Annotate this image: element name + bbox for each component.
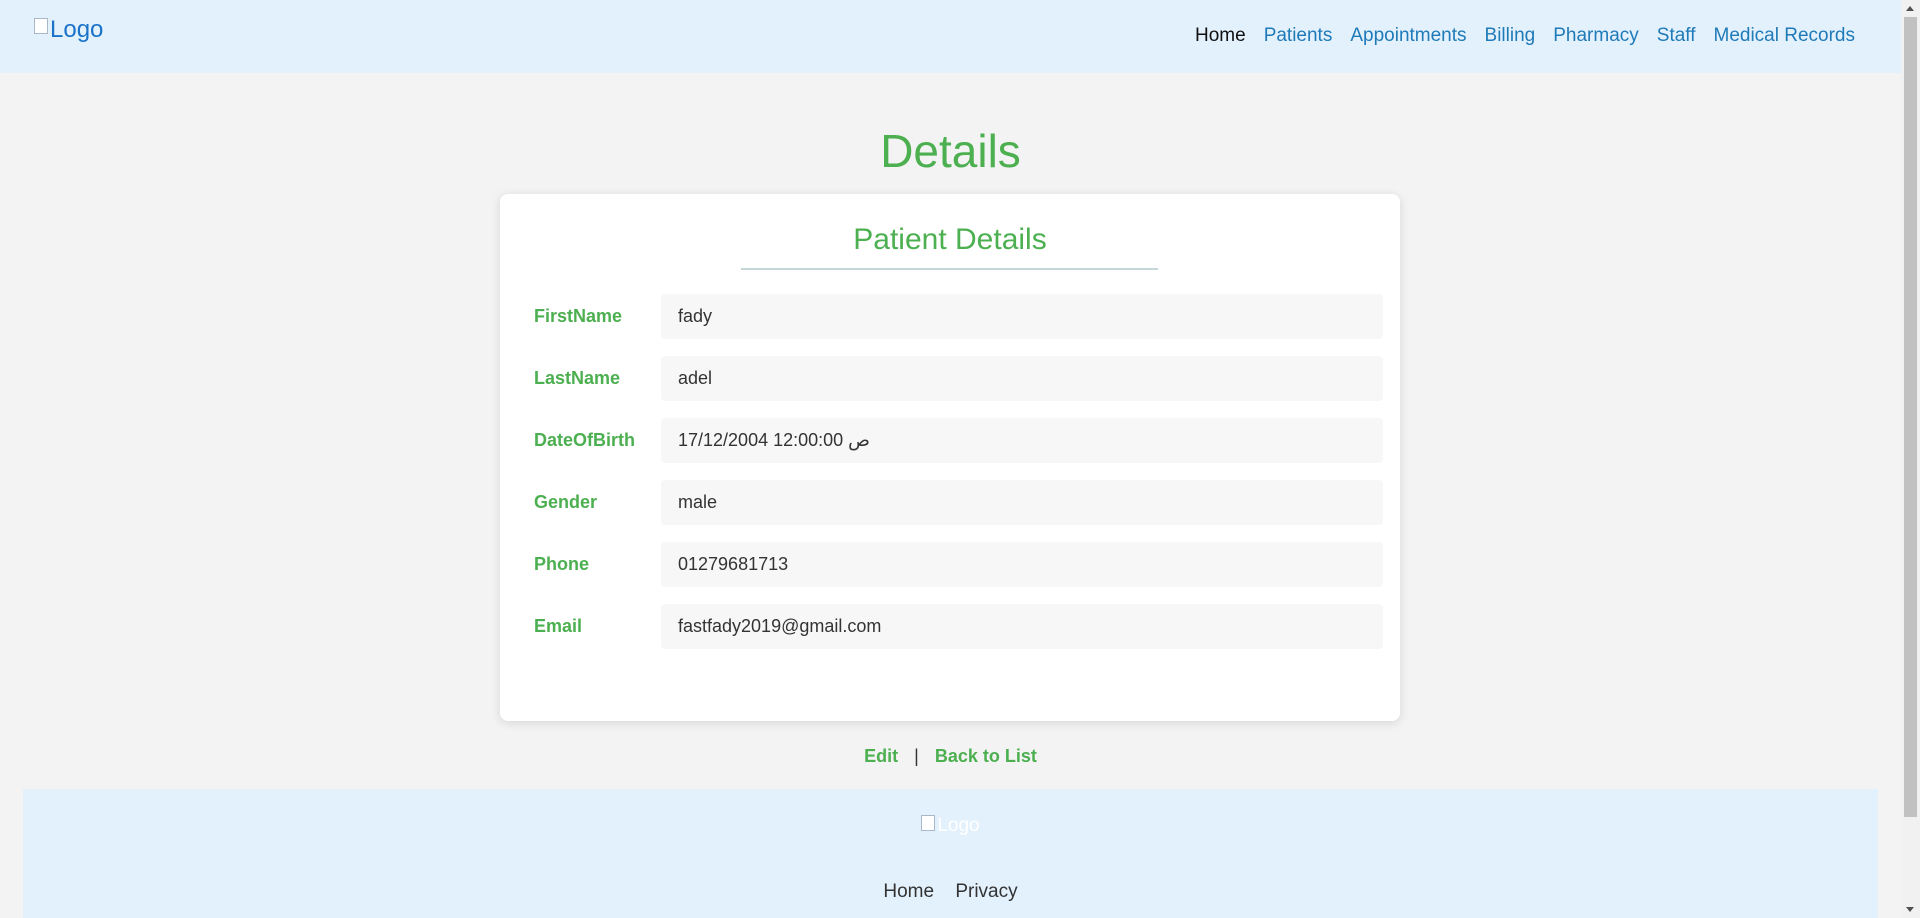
field-label: FirstName <box>534 306 623 326</box>
field-value: male <box>661 480 1383 525</box>
field-row-email: Email fastfady2019@gmail.com <box>500 604 1400 649</box>
card-divider <box>741 268 1158 270</box>
field-value: fastfady2019@gmail.com <box>661 604 1383 649</box>
nav-appointments[interactable]: Appointments <box>1350 25 1466 47</box>
scroll-down-arrow-icon[interactable] <box>1906 907 1914 912</box>
broken-image-icon <box>34 18 48 34</box>
site-footer: Logo Home Privacy <box>23 789 1878 918</box>
field-label: DateOfBirth <box>534 430 636 450</box>
edit-link[interactable]: Edit <box>864 746 898 766</box>
nav-home[interactable]: Home <box>1195 25 1246 47</box>
nav-pharmacy[interactable]: Pharmacy <box>1553 25 1639 47</box>
field-value: 01279681713 <box>661 542 1383 587</box>
back-to-list-link[interactable]: Back to List <box>935 746 1037 766</box>
page: Logo Home Patients Appointments Billing … <box>0 0 1920 918</box>
scrollbar-thumb[interactable] <box>1904 17 1917 817</box>
nav-staff[interactable]: Staff <box>1657 25 1696 47</box>
field-label: Phone <box>534 554 590 574</box>
detail-actions: Edit | Back to List <box>0 745 1901 767</box>
vertical-scrollbar[interactable] <box>1901 0 1920 918</box>
field-label: Gender <box>534 492 598 512</box>
field-value: fady <box>661 294 1383 339</box>
field-row-firstname: FirstName fady <box>500 294 1400 339</box>
main-nav: Home Patients Appointments Billing Pharm… <box>1195 25 1855 47</box>
field-row-phone: Phone 01279681713 <box>500 542 1400 587</box>
field-label: LastName <box>534 368 621 388</box>
footer-links: Home Privacy <box>23 881 1878 903</box>
nav-billing[interactable]: Billing <box>1485 25 1536 47</box>
nav-medical-records[interactable]: Medical Records <box>1714 25 1856 47</box>
header-logo-alt-text: Logo <box>50 16 104 43</box>
broken-image-icon <box>921 814 936 831</box>
page-title: Details <box>880 125 1021 177</box>
header-logo-link[interactable]: Logo <box>34 16 103 44</box>
site-header: Logo Home Patients Appointments Billing … <box>0 0 1901 73</box>
footer-logo-alt-text: Logo <box>937 815 980 836</box>
field-value: 17/12/2004 12:00:00 ص <box>661 418 1383 463</box>
field-row-lastname: LastName adel <box>500 356 1400 401</box>
nav-patients[interactable]: Patients <box>1264 25 1333 47</box>
footer-home-link[interactable]: Home <box>883 881 934 902</box>
field-row-dateofbirth: DateOfBirth 17/12/2004 12:00:00 ص <box>500 418 1400 463</box>
scroll-up-arrow-icon[interactable] <box>1906 6 1914 11</box>
field-value: adel <box>661 356 1383 401</box>
actions-separator: | <box>914 746 919 766</box>
patient-details-card: Patient Details FirstName fady LastName … <box>500 194 1400 721</box>
footer-logo: Logo <box>23 814 1878 837</box>
field-label: Email <box>534 616 583 636</box>
field-row-gender: Gender male <box>500 480 1400 525</box>
card-title: Patient Details <box>853 223 1047 256</box>
footer-privacy-link[interactable]: Privacy <box>955 881 1017 902</box>
